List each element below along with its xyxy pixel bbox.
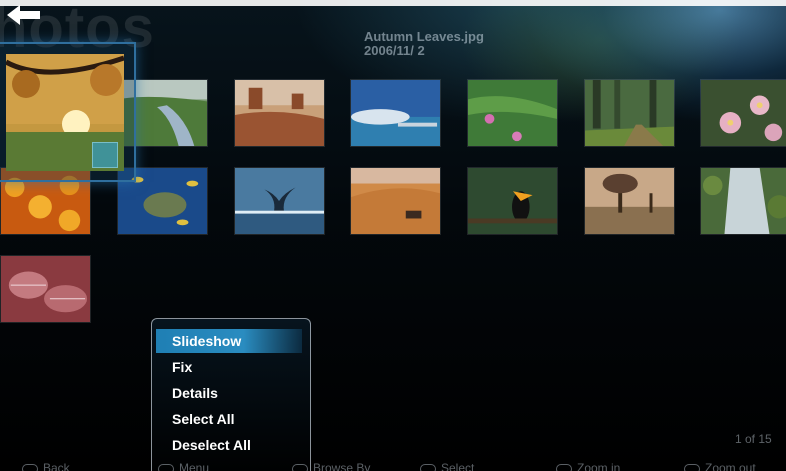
thumbnail-dock[interactable] <box>350 79 441 147</box>
selection-checkbox-icon[interactable] <box>92 142 118 168</box>
thumbnail-humpback-whale[interactable] <box>234 167 325 235</box>
photo-gallery-screen: hotos Autumn Leaves.jpg 2006/11/ 2 Slide… <box>0 0 786 471</box>
button-icon <box>292 463 308 471</box>
hint-menu[interactable]: Menu <box>158 462 209 471</box>
hint-select[interactable]: Select <box>420 462 474 471</box>
thumbnail-frangipani-flowers[interactable] <box>700 79 786 147</box>
thumbnail-forest[interactable] <box>584 79 675 147</box>
button-icon <box>684 463 700 471</box>
hint-zoom-in[interactable]: Zoom in <box>556 462 620 471</box>
button-icon <box>420 463 436 471</box>
context-menu: Slideshow Fix Details Select All Deselec… <box>151 318 311 471</box>
menu-item-slideshow[interactable]: Slideshow <box>156 329 302 353</box>
hint-browse-by[interactable]: Browse By <box>292 462 370 471</box>
button-icon <box>22 463 38 471</box>
thumbnail-forest-flowers[interactable] <box>467 79 558 147</box>
button-icon <box>556 463 572 471</box>
hint-zoom-out[interactable]: Zoom out <box>684 462 756 471</box>
thumbnail-desert-landscape[interactable] <box>234 79 325 147</box>
menu-item-fix[interactable]: Fix <box>156 355 302 379</box>
hint-back[interactable]: Back <box>22 462 70 471</box>
footer-hint-bar: Back Menu Browse By Select Zoom in Zoom … <box>0 462 786 471</box>
back-arrow-icon[interactable] <box>4 4 44 30</box>
thumbnail-winter-leaves[interactable] <box>0 255 91 323</box>
file-info: Autumn Leaves.jpg 2006/11/ 2 <box>364 30 484 58</box>
thumbnail-waterfall[interactable] <box>700 167 786 235</box>
menu-item-select-all[interactable]: Select All <box>156 407 302 431</box>
thumbnail-oryx-antelope[interactable] <box>350 167 441 235</box>
menu-item-deselect-all[interactable]: Deselect All <box>156 433 302 457</box>
thumbnail-tree[interactable] <box>584 167 675 235</box>
thumbnail-autumn-leaves-focused[interactable] <box>0 42 136 182</box>
file-date: 2006/11/ 2 <box>364 43 425 58</box>
file-name: Autumn Leaves.jpg <box>364 29 484 44</box>
button-icon <box>158 463 174 471</box>
menu-item-details[interactable]: Details <box>156 381 302 405</box>
thumbnail-toco-toucan[interactable] <box>467 167 558 235</box>
page-counter: 1 of 15 <box>735 432 772 446</box>
